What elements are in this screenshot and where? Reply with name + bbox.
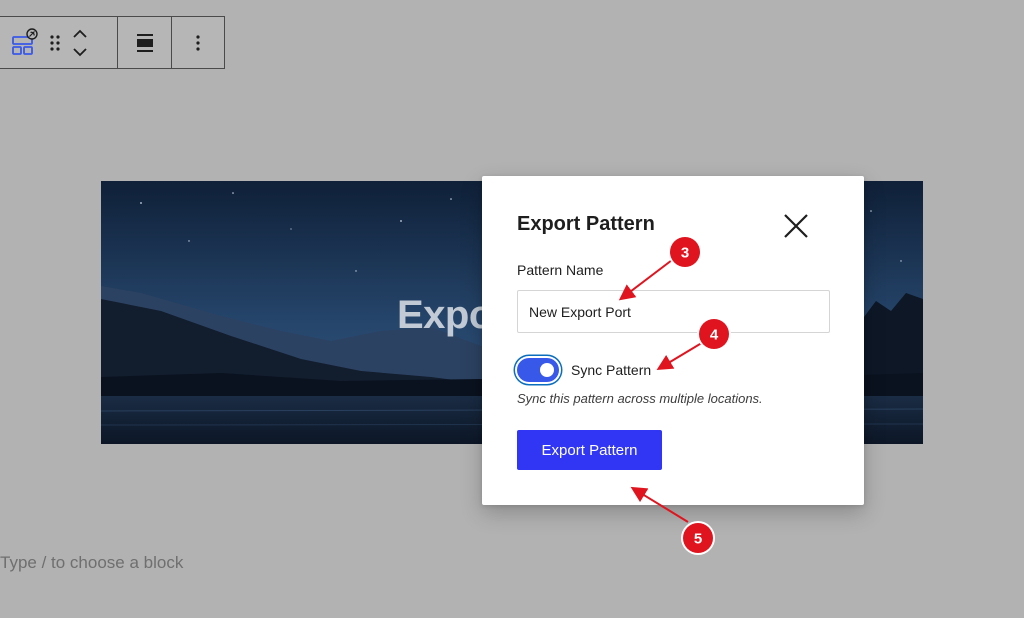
- pattern-block-button[interactable]: [11, 27, 39, 58]
- pattern-block-icon: [12, 27, 38, 55]
- sync-pattern-label[interactable]: Sync Pattern: [571, 362, 651, 378]
- pattern-name-input[interactable]: [517, 290, 830, 333]
- export-pattern-button[interactable]: Export Pattern: [517, 430, 662, 470]
- align-icon: [136, 33, 153, 52]
- drag-handle-button[interactable]: [49, 33, 61, 53]
- toolbar-group-align: [117, 17, 171, 68]
- close-button[interactable]: [780, 210, 812, 242]
- block-toolbar: [0, 16, 225, 69]
- svg-text:5: 5: [694, 531, 702, 548]
- cover-title[interactable]: Expo: [397, 293, 493, 338]
- sync-pattern-row: Sync Pattern: [517, 358, 651, 382]
- toolbar-group-block: [0, 17, 117, 68]
- toggle-knob: [540, 363, 554, 377]
- pattern-name-label: Pattern Name: [517, 262, 604, 278]
- sync-help-text: Sync this pattern across multiple locati…: [517, 391, 763, 406]
- toolbar-group-options: [171, 17, 224, 68]
- export-pattern-modal: Export Pattern Pattern Name Sync Pattern…: [482, 176, 864, 505]
- drag-handle-icon: [50, 34, 60, 51]
- more-options-button[interactable]: [195, 33, 201, 53]
- close-icon: [784, 214, 808, 238]
- sync-pattern-toggle[interactable]: [517, 358, 559, 382]
- annotation-badge-5: 5: [681, 521, 715, 555]
- modal-title: Export Pattern: [517, 213, 655, 235]
- block-placeholder[interactable]: Type / to choose a block: [0, 553, 183, 573]
- move-up-down-icon: [73, 29, 87, 56]
- more-options-icon: [196, 34, 200, 51]
- align-button[interactable]: [135, 32, 155, 54]
- move-up-down-button[interactable]: [71, 28, 89, 58]
